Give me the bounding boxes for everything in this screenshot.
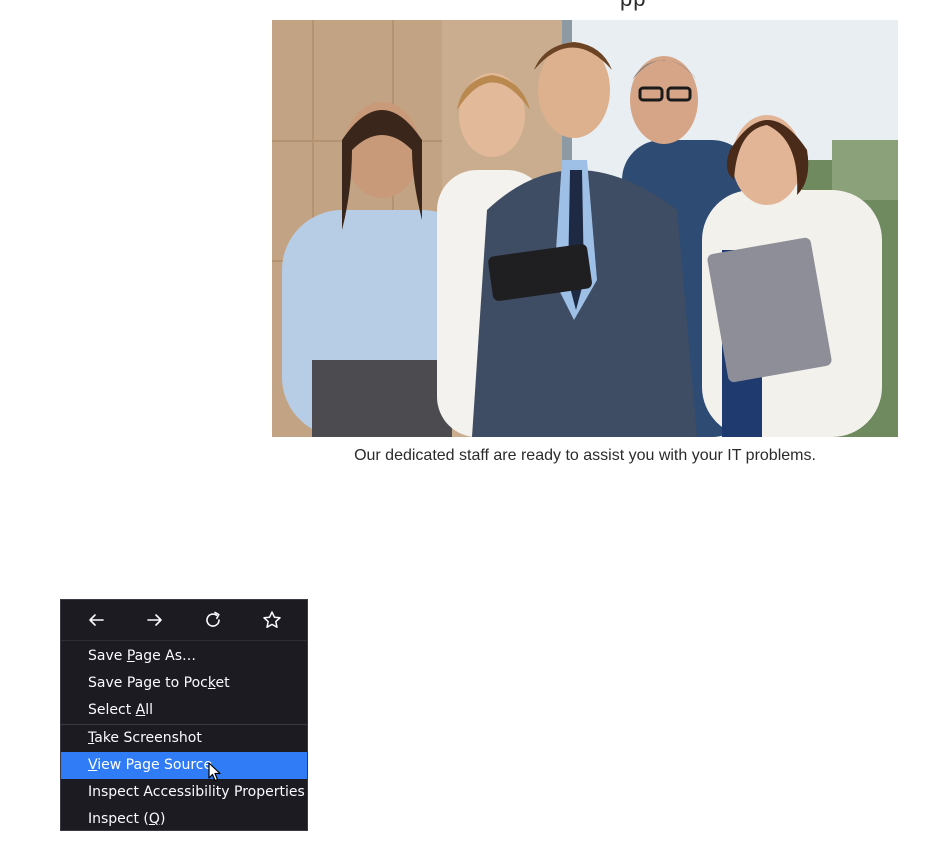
menu-item-save-page-to-pocket[interactable]: Save Page to Pocket: [61, 670, 307, 697]
page-heading-fragment: pp: [620, 0, 646, 12]
reload-icon: [206, 611, 221, 627]
forward-arrow-icon: [146, 614, 162, 626]
menu-item-inspect-q[interactable]: Inspect (Q): [61, 806, 307, 833]
menu-item-take-screenshot[interactable]: Take Screenshot: [61, 725, 307, 752]
context-menu: Save Page As… Save Page to Pocket Select A…: [60, 599, 308, 831]
mouse-cursor-icon: [208, 762, 221, 782]
menu-item-view-page-source[interactable]: View Page Source: [61, 752, 307, 779]
star-icon: [263, 611, 281, 628]
team-photo-illustration: [272, 20, 898, 437]
bookmark-button[interactable]: [258, 606, 286, 634]
team-photo: [272, 20, 898, 437]
back-arrow-icon: [89, 614, 105, 626]
menu-item-inspect-accessibility-properties[interactable]: Inspect Accessibility Properties: [61, 779, 307, 806]
context-menu-nav-row: [61, 600, 307, 641]
back-button[interactable]: [82, 606, 110, 634]
reload-button[interactable]: [199, 606, 227, 634]
menu-item-select-all[interactable]: Select All: [61, 697, 307, 724]
menu-item-save-page-as[interactable]: Save Page As…: [61, 643, 307, 670]
photo-caption: Our dedicated staff are ready to assist …: [354, 447, 816, 464]
forward-button[interactable]: [141, 606, 169, 634]
context-menu-items: Save Page As… Save Page to Pocket Select A…: [61, 641, 307, 833]
